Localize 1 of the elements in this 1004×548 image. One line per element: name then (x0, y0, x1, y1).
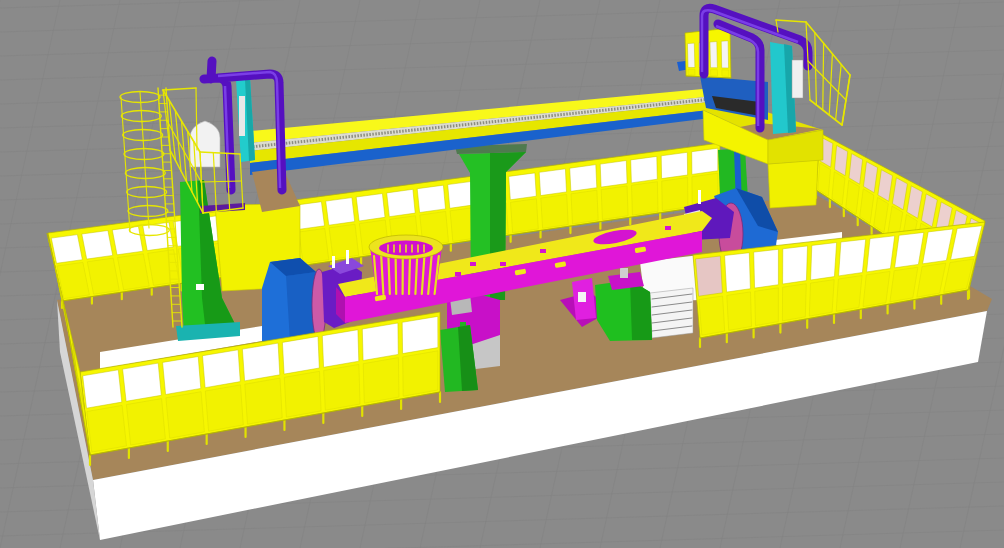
support-pedestal (440, 325, 478, 392)
